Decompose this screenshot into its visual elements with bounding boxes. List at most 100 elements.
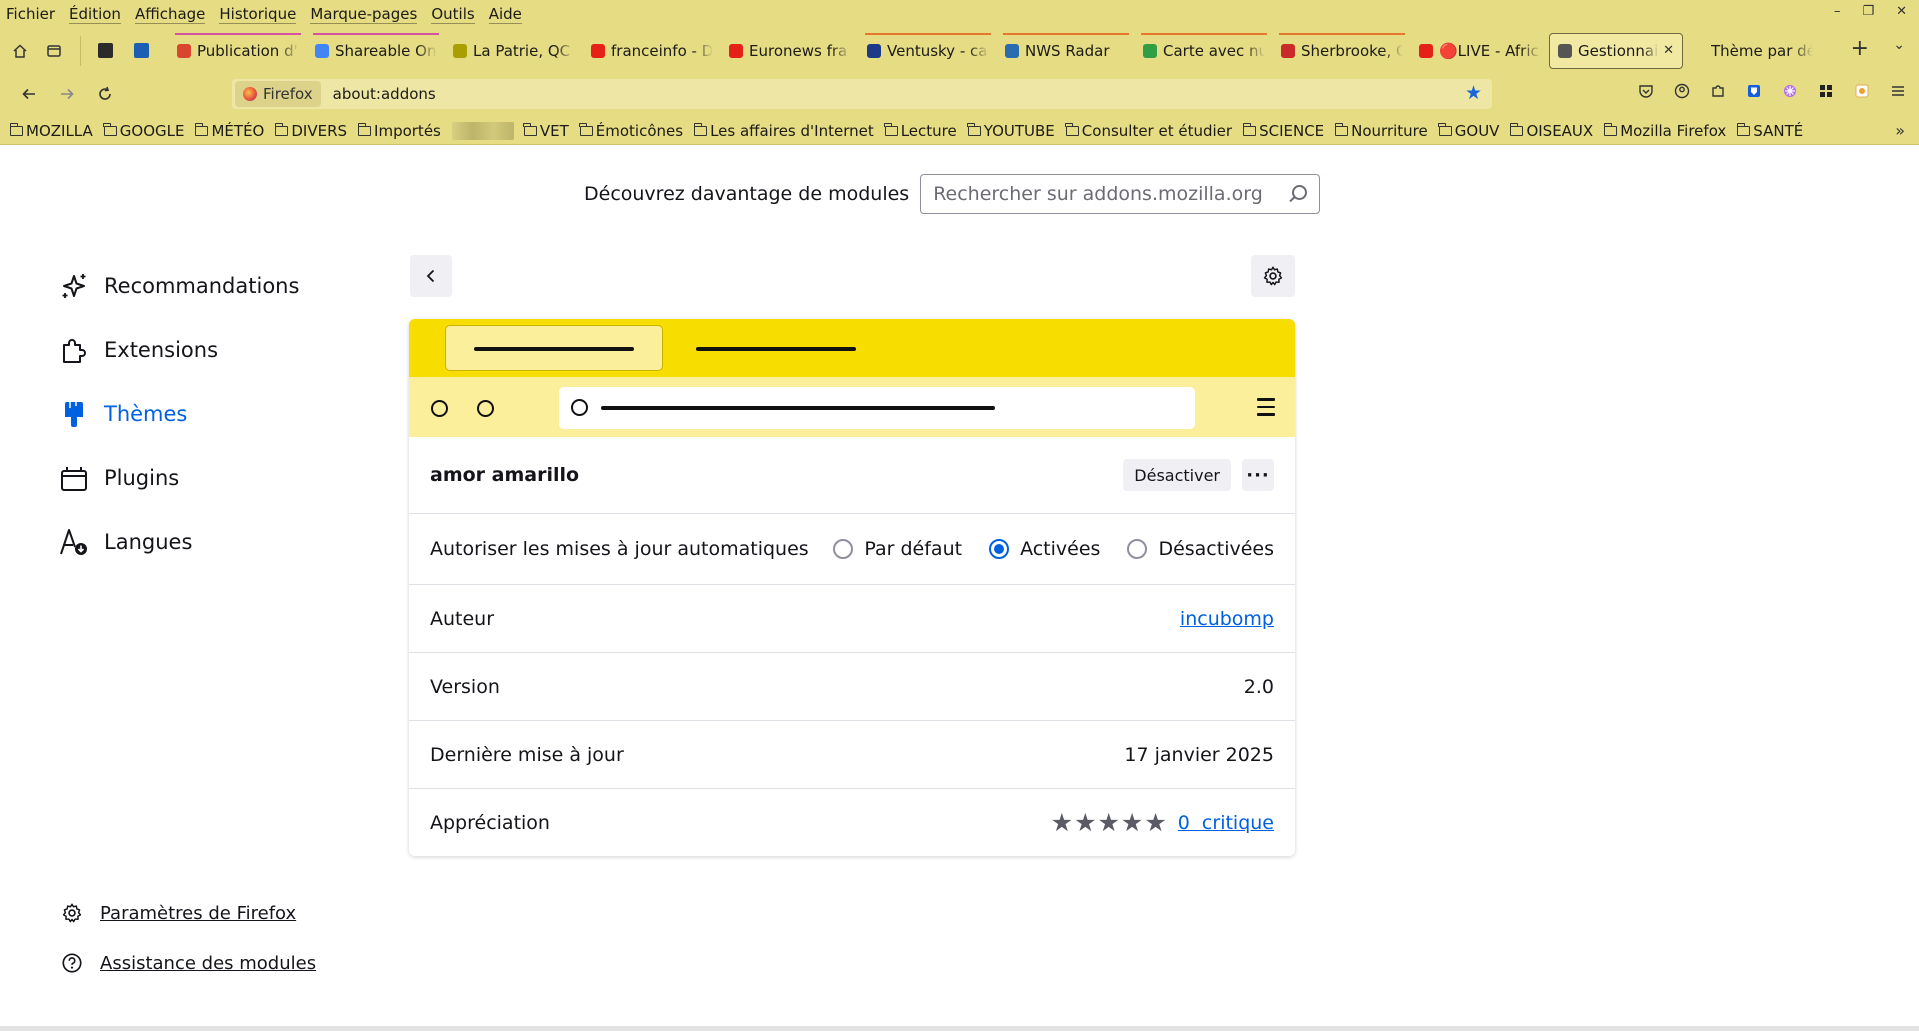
- tab-10[interactable]: Gestionnaire ✕: [1549, 32, 1683, 69]
- forward-button[interactable]: [52, 79, 82, 109]
- restore-button[interactable]: ❐: [1862, 4, 1874, 19]
- new-tab-button[interactable]: +: [1851, 36, 1869, 61]
- tab-4[interactable]: Euronews fra: [721, 33, 859, 69]
- bookmark-folder[interactable]: GOUV: [1438, 122, 1499, 140]
- page-options-button[interactable]: [1251, 255, 1295, 297]
- bookmark-folder[interactable]: VET: [523, 122, 569, 140]
- folder-icon: [1438, 122, 1452, 136]
- orange-extension-icon[interactable]: [1853, 82, 1871, 100]
- bitwarden-icon[interactable]: [1745, 82, 1763, 100]
- bookmark-label: SANTÉ: [1753, 121, 1804, 140]
- tab-8[interactable]: Sherbrooke, C: [1273, 32, 1411, 69]
- bookmark-folder[interactable]: OISEAUX: [1509, 122, 1593, 140]
- tab-11[interactable]: Thème par défa: [1683, 33, 1821, 69]
- folder-icon: [1736, 122, 1751, 136]
- sidebar-item-extensions[interactable]: Extensions: [58, 318, 299, 382]
- radio-button[interactable]: [833, 539, 854, 559]
- author-link[interactable]: incubomp: [1180, 608, 1274, 630]
- addon-name: amor amarillo: [430, 464, 580, 486]
- tab-favicon-icon: [1281, 43, 1295, 58]
- radio-button-checked[interactable]: [989, 539, 1010, 559]
- radio-enabled[interactable]: Activées: [989, 538, 1100, 560]
- bookmark-folder[interactable]: Consulter et étudier: [1065, 122, 1232, 140]
- addons-support-link[interactable]: Assistance des modules: [60, 938, 316, 988]
- menu-fichier[interactable]: Fichier: [6, 6, 55, 23]
- tab-1[interactable]: Shareable On: [307, 32, 445, 69]
- identity-box[interactable]: Firefox: [235, 81, 321, 107]
- radio-default[interactable]: Par défaut: [833, 538, 962, 560]
- tab-label: La Patrie, QC: [473, 41, 571, 60]
- close-window-button[interactable]: ✕: [1896, 4, 1907, 19]
- menu-outils[interactable]: Outils: [431, 5, 475, 24]
- addons-search-input[interactable]: Rechercher sur addons.mozilla.org: [920, 174, 1321, 214]
- bookmark-star-icon[interactable]: ★: [1465, 82, 1482, 104]
- bookmark-folder[interactable]: MÉTÉO: [194, 122, 264, 140]
- hamburger-menu-icon[interactable]: [1889, 82, 1907, 100]
- pinned-tab-2[interactable]: [123, 33, 159, 69]
- pocket-icon[interactable]: [1637, 82, 1655, 100]
- tab-7[interactable]: Carte avec nu: [1135, 32, 1273, 69]
- menu-edition[interactable]: Édition: [69, 5, 121, 24]
- folder-icon: [884, 122, 898, 136]
- bookmark-folder[interactable]: GOOGLE: [103, 122, 184, 140]
- bookmark-folder-redacted[interactable]: [451, 121, 514, 140]
- bookmark-label: MOZILLA: [26, 121, 93, 140]
- back-button[interactable]: [14, 79, 44, 109]
- tab-2[interactable]: La Patrie, QC: [445, 33, 583, 69]
- bookmark-folder[interactable]: Importés: [357, 122, 441, 140]
- folder-icon: [103, 122, 117, 136]
- bookmark-folder[interactable]: SCIENCE: [1242, 122, 1324, 140]
- sidebar-item-themes[interactable]: Thèmes: [58, 382, 299, 446]
- sidebar-item-languages[interactable]: Langues: [58, 510, 299, 574]
- pinned-tab-1[interactable]: [87, 33, 123, 69]
- grid-extension-icon[interactable]: [1817, 82, 1835, 100]
- tab-6[interactable]: NWS Radar: [997, 32, 1135, 69]
- bookmark-folder[interactable]: Lecture: [884, 122, 957, 140]
- menu-historique[interactable]: Historique: [219, 5, 297, 24]
- close-tab-icon[interactable]: ✕: [1663, 43, 1674, 58]
- bookmark-folder[interactable]: Nourriture: [1334, 122, 1428, 140]
- radio-button[interactable]: [1127, 539, 1148, 559]
- last-updated-value: 17 janvier 2025: [1124, 743, 1274, 766]
- sidebar-item-recommandations[interactable]: Recommandations: [58, 254, 299, 318]
- sidebar-item-plugins[interactable]: Plugins: [58, 446, 299, 510]
- account-icon[interactable]: [1673, 82, 1691, 100]
- firefox-settings-link[interactable]: Paramètres de Firefox: [60, 888, 316, 938]
- disable-button[interactable]: Désactiver: [1123, 459, 1231, 491]
- bookmark-folder[interactable]: DIVERS: [274, 122, 347, 140]
- minimize-button[interactable]: –: [1834, 4, 1841, 19]
- home-button[interactable]: [6, 37, 34, 65]
- reviews-link[interactable]: 0 critique: [1178, 812, 1274, 834]
- tab-5[interactable]: Ventusky - ca: [859, 32, 997, 69]
- list-all-tabs-button[interactable]: ⌄: [1893, 37, 1905, 53]
- menu-affichage[interactable]: Affichage: [134, 5, 206, 24]
- url-bar[interactable]: Firefox about:addons ★: [232, 79, 1492, 109]
- bookmark-label: Les affaires d'Internet: [710, 121, 874, 140]
- radio-disabled[interactable]: Désactivées: [1127, 538, 1274, 560]
- firefox-view-button[interactable]: [40, 37, 68, 65]
- tab-3[interactable]: franceinfo - D: [583, 33, 721, 69]
- tab-9[interactable]: 🔴LIVE - Afric: [1411, 33, 1549, 69]
- sidebar-item-label: Thèmes: [104, 402, 188, 426]
- bookmarks-overflow-button[interactable]: »: [1895, 121, 1905, 140]
- bookmark-folder[interactable]: Mozilla Firefox: [1603, 122, 1726, 140]
- theme-preview-urlbar: [559, 387, 1195, 429]
- sidebar-item-label: Extensions: [104, 338, 219, 362]
- bookmark-folder[interactable]: MOZILLA: [9, 121, 93, 140]
- more-options-button[interactable]: ···: [1242, 459, 1274, 491]
- menu-marque-pages[interactable]: Marque-pages: [310, 5, 418, 24]
- reload-button[interactable]: [90, 79, 120, 109]
- purple-extension-icon[interactable]: [1781, 82, 1799, 100]
- tab-label: Gestionnaire: [1578, 41, 1659, 60]
- bookmark-folder[interactable]: SANTÉ: [1736, 121, 1804, 140]
- version-row: Version 2.0: [409, 652, 1295, 720]
- extensions-puzzle-icon[interactable]: [1709, 82, 1727, 100]
- bookmark-folder[interactable]: YOUTUBE: [967, 122, 1055, 140]
- tab-0[interactable]: Publication d': [169, 32, 307, 69]
- go-back-button[interactable]: [410, 255, 452, 297]
- bookmark-folder[interactable]: Les affaires d'Internet: [693, 121, 874, 140]
- bookmark-folder[interactable]: Émoticônes: [579, 122, 683, 140]
- tab-label: Shareable On: [335, 41, 437, 60]
- menu-aide[interactable]: Aide: [488, 5, 522, 24]
- url-text[interactable]: about:addons: [333, 85, 436, 103]
